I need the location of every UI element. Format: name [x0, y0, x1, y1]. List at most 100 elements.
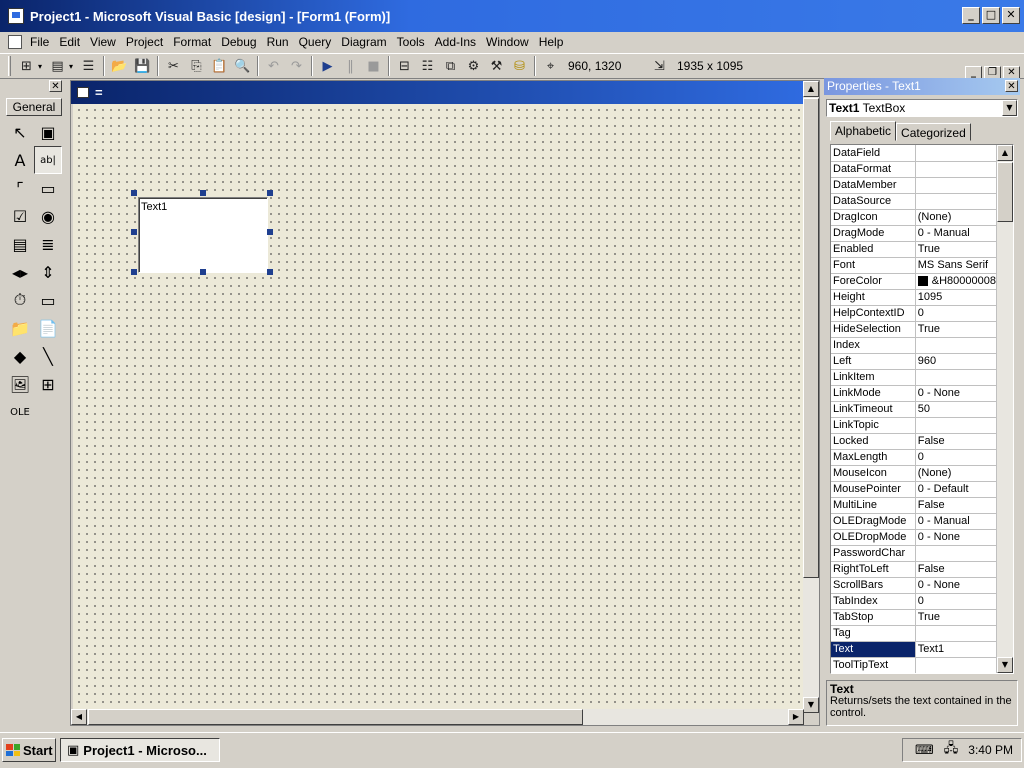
property-value[interactable]: 0 - Manual [915, 513, 998, 530]
menu-project[interactable]: Project [122, 35, 169, 49]
toolbar-grip[interactable] [8, 56, 11, 76]
property-row[interactable]: Index [831, 337, 998, 354]
text1-textbox[interactable]: Text1 [138, 197, 268, 273]
property-value[interactable] [915, 145, 998, 162]
scroll-left-button[interactable]: ◀ [71, 709, 87, 725]
start-button[interactable]: Start [2, 738, 56, 762]
menu-addins[interactable]: Add-Ins [431, 35, 482, 49]
form-doc-icon[interactable] [8, 35, 22, 49]
add-form-icon[interactable]: ▤ [46, 55, 69, 77]
property-name[interactable]: TabIndex [831, 593, 916, 610]
label-icon[interactable]: A [6, 146, 34, 174]
scroll-up-button[interactable]: ▲ [997, 145, 1013, 161]
property-value[interactable]: 0 - None [915, 577, 998, 594]
form-layout-icon[interactable]: ⧉ [439, 55, 462, 77]
find-icon[interactable]: 🔍 [231, 55, 254, 77]
taskbar-item-project1[interactable]: ▣ Project1 - Microso... [60, 738, 220, 762]
property-row[interactable]: LinkTopic [831, 417, 998, 434]
property-value[interactable] [915, 161, 998, 178]
property-value[interactable]: Text1 [915, 641, 998, 658]
property-name[interactable]: RightToLeft [831, 561, 916, 578]
property-row[interactable]: HideSelection True [831, 321, 998, 338]
property-name[interactable]: LinkItem [831, 369, 916, 386]
property-row[interactable]: ToolTipText [831, 657, 998, 673]
property-row[interactable]: Text Text1 [831, 641, 998, 658]
keyboard-icon[interactable]: ⌨ [915, 743, 934, 758]
break-icon[interactable]: ‖ [339, 55, 362, 77]
property-name[interactable]: MultiLine [831, 497, 916, 514]
property-name[interactable]: OLEDragMode [831, 513, 916, 530]
maximize-button[interactable]: □ [982, 7, 1000, 24]
data-view-icon[interactable]: ⛁ [508, 55, 531, 77]
frame-icon[interactable]: ⌜ [6, 174, 34, 202]
menu-file[interactable]: File [26, 35, 55, 49]
designer-vertical-scrollbar[interactable]: ▲ ▼ [803, 81, 819, 713]
property-row[interactable]: MouseIcon (None) [831, 465, 998, 482]
property-grid-scrollbar[interactable]: ▲ ▼ [997, 145, 1013, 673]
property-value[interactable]: False [915, 497, 998, 514]
property-row[interactable]: DataSource [831, 193, 998, 210]
textbox-icon[interactable]: ab| [34, 146, 62, 174]
add-project-dropdown[interactable]: ▾ [38, 62, 46, 71]
resize-handle-se[interactable] [267, 269, 273, 275]
property-value[interactable]: 0 [915, 305, 998, 322]
property-row[interactable]: TabIndex 0 [831, 593, 998, 610]
property-row[interactable]: LinkMode 0 - None [831, 385, 998, 402]
property-row[interactable]: DataField [831, 145, 998, 162]
listbox-icon[interactable]: ≣ [34, 230, 62, 258]
picturebox-icon[interactable]: ▣ [34, 118, 62, 146]
tab-categorized[interactable]: Categorized [896, 123, 971, 141]
resize-handle-e[interactable] [267, 229, 273, 235]
close-button[interactable]: ✕ [1002, 7, 1020, 24]
dirlistbox-icon[interactable]: 📁 [6, 314, 34, 342]
drivelistbox-icon[interactable]: ▭ [34, 286, 62, 314]
property-row[interactable]: DataMember [831, 177, 998, 194]
property-row[interactable]: Enabled True [831, 241, 998, 258]
property-value[interactable]: 0 - Default [915, 481, 998, 498]
ole-icon[interactable]: OLE [6, 398, 34, 426]
minimize-button[interactable]: _ [962, 7, 980, 24]
property-row[interactable]: HelpContextID 0 [831, 305, 998, 322]
property-name[interactable]: PasswordChar [831, 545, 916, 562]
property-row[interactable]: RightToLeft False [831, 561, 998, 578]
property-name[interactable]: DataSource [831, 193, 916, 210]
network-icon[interactable]: 🖧 [944, 739, 959, 761]
property-value[interactable]: 50 [915, 401, 998, 418]
property-row[interactable]: Height 1095 [831, 289, 998, 306]
horizontal-scroll-thumb[interactable] [88, 709, 583, 725]
property-name[interactable]: Index [831, 337, 916, 354]
scroll-down-button[interactable]: ▼ [803, 697, 819, 713]
property-value[interactable]: 0 - None [915, 385, 998, 402]
property-value[interactable] [915, 657, 998, 673]
property-name[interactable]: DataMember [831, 177, 916, 194]
object-selector-combo[interactable]: Text1 TextBox ▼ [826, 99, 1018, 117]
line-icon[interactable]: ╲ [34, 342, 62, 370]
property-name[interactable]: Left [831, 353, 916, 370]
property-row[interactable]: Left 960 [831, 353, 998, 370]
property-value[interactable]: 0 - None [915, 529, 998, 546]
vertical-scroll-thumb[interactable] [803, 98, 819, 578]
form-title-bar[interactable]: = [71, 81, 804, 104]
property-row[interactable]: OLEDropMode 0 - None [831, 529, 998, 546]
open-project-icon[interactable]: 📂 [108, 55, 131, 77]
property-row[interactable]: DataFormat [831, 161, 998, 178]
start-icon[interactable]: ▶ [316, 55, 339, 77]
menu-tools[interactable]: Tools [393, 35, 431, 49]
property-row[interactable]: DragMode 0 - Manual [831, 225, 998, 242]
title-bar[interactable]: Project1 - Microsoft Visual Basic [desig… [0, 0, 1024, 32]
property-value[interactable]: True [915, 241, 998, 258]
property-name[interactable]: LinkTopic [831, 417, 916, 434]
property-row[interactable]: DragIcon (None) [831, 209, 998, 226]
property-name[interactable]: LinkMode [831, 385, 916, 402]
property-value[interactable]: 0 [915, 593, 998, 610]
property-name[interactable]: Text [831, 641, 916, 658]
commandbutton-icon[interactable]: ▭ [34, 174, 62, 202]
property-value[interactable]: (None) [915, 209, 998, 226]
form-icon[interactable] [77, 87, 89, 98]
property-name[interactable]: Tag [831, 625, 916, 642]
property-row[interactable]: Font MS Sans Serif [831, 257, 998, 274]
property-name[interactable]: MouseIcon [831, 465, 916, 482]
pointer-icon[interactable]: ↖ [6, 118, 34, 146]
shape-icon[interactable]: ◆ [6, 342, 34, 370]
timer-icon[interactable]: ⏱ [6, 286, 34, 314]
